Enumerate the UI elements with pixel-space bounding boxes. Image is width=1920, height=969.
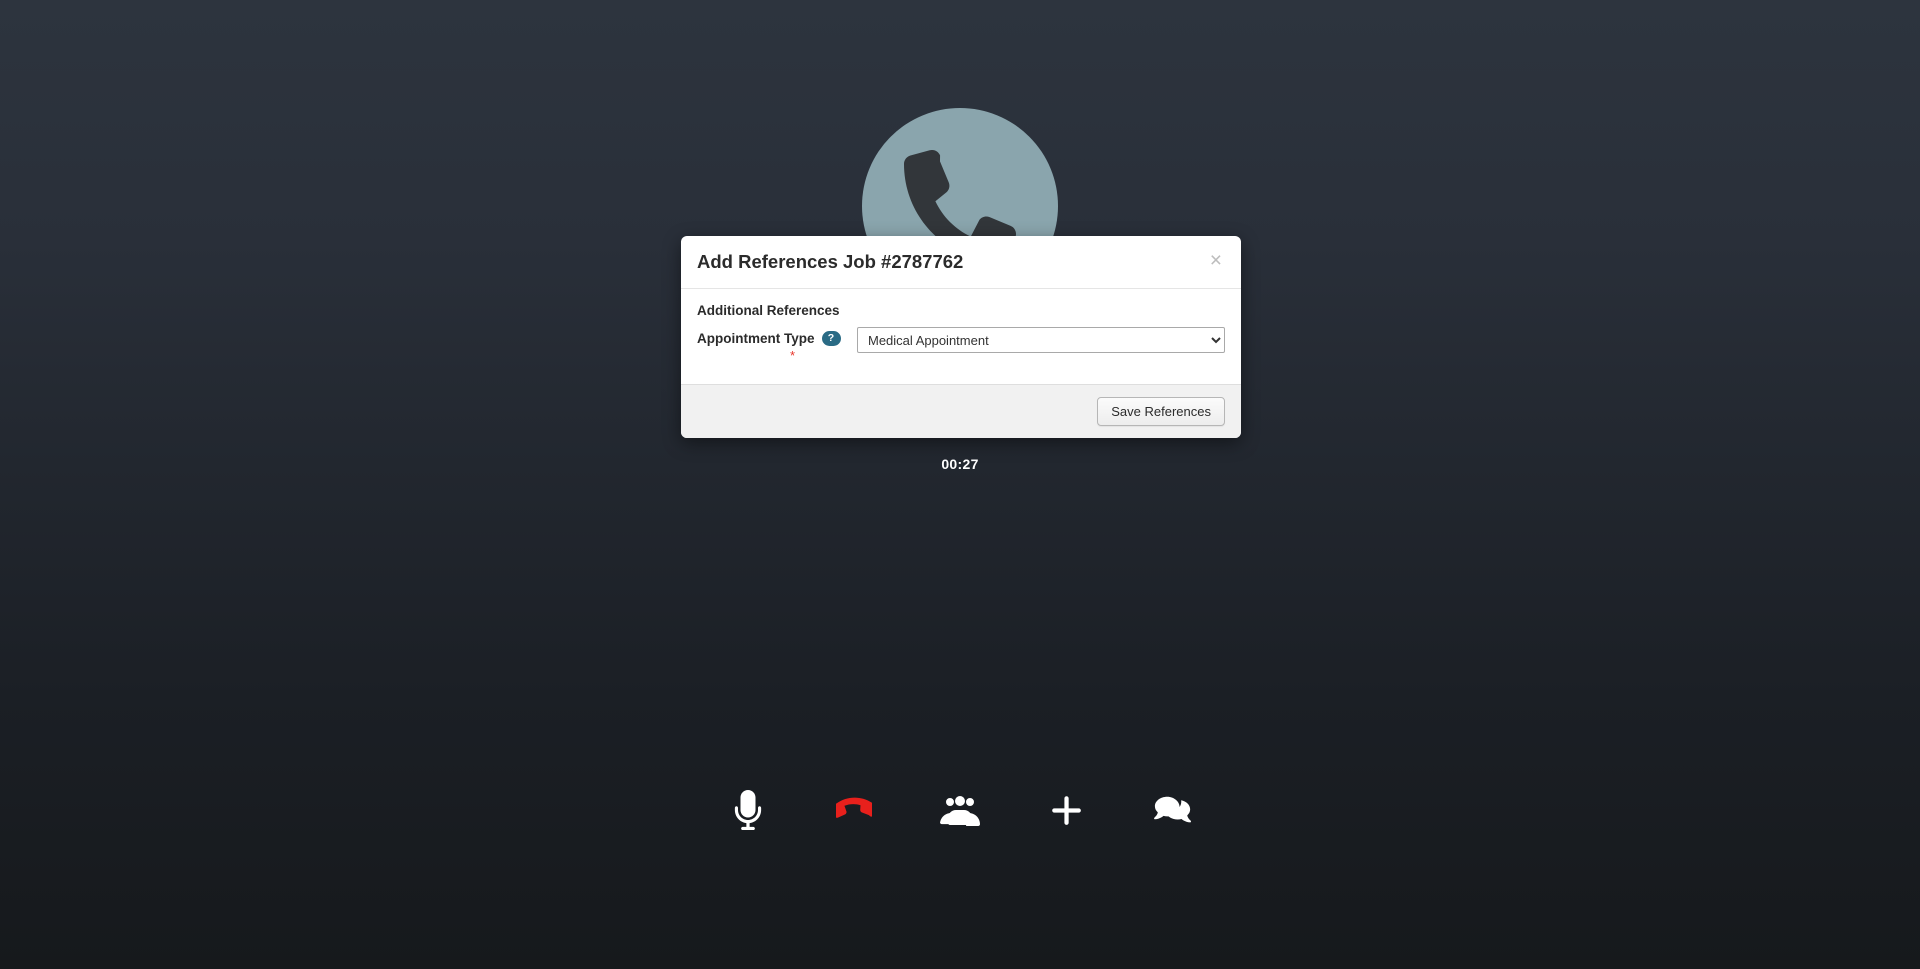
chat-icon bbox=[1153, 793, 1191, 827]
section-heading-additional-references: Additional References bbox=[697, 303, 840, 319]
hangup-button[interactable] bbox=[829, 785, 879, 835]
microphone-button[interactable] bbox=[723, 785, 773, 835]
appointment-type-select[interactable]: Medical Appointment bbox=[857, 327, 1225, 354]
dialog-body: Additional References Appointment Type ?… bbox=[681, 289, 1241, 384]
dialog-header: Add References Job #2787762 × bbox=[681, 236, 1241, 290]
required-indicator: * bbox=[790, 348, 796, 364]
add-button[interactable] bbox=[1041, 785, 1091, 835]
close-icon[interactable]: × bbox=[1206, 248, 1226, 273]
help-icon[interactable]: ? bbox=[821, 331, 841, 347]
appointment-type-row: Appointment Type ? * Medical Appointment bbox=[697, 327, 1225, 362]
appointment-type-label: Appointment Type bbox=[697, 331, 815, 347]
participants-icon bbox=[940, 793, 980, 827]
appointment-type-label-group: Appointment Type ? * bbox=[697, 327, 857, 362]
hangup-phone-icon bbox=[836, 792, 872, 828]
call-screen: 00:27 Add References Job #2787762 × Addi… bbox=[0, 0, 1920, 969]
add-icon bbox=[1049, 793, 1083, 827]
call-timer: 00:27 bbox=[941, 456, 979, 472]
participants-button[interactable] bbox=[935, 785, 985, 835]
microphone-icon bbox=[733, 790, 763, 830]
call-toolbar bbox=[0, 785, 1920, 835]
dialog-title: Add References Job #2787762 bbox=[697, 251, 964, 272]
appointment-type-select-wrap: Medical Appointment bbox=[857, 327, 1225, 354]
chat-button[interactable] bbox=[1147, 785, 1197, 835]
add-references-dialog: Add References Job #2787762 × Additional… bbox=[681, 236, 1241, 439]
save-references-button[interactable]: Save References bbox=[1097, 397, 1225, 427]
dialog-footer: Save References bbox=[681, 384, 1241, 439]
